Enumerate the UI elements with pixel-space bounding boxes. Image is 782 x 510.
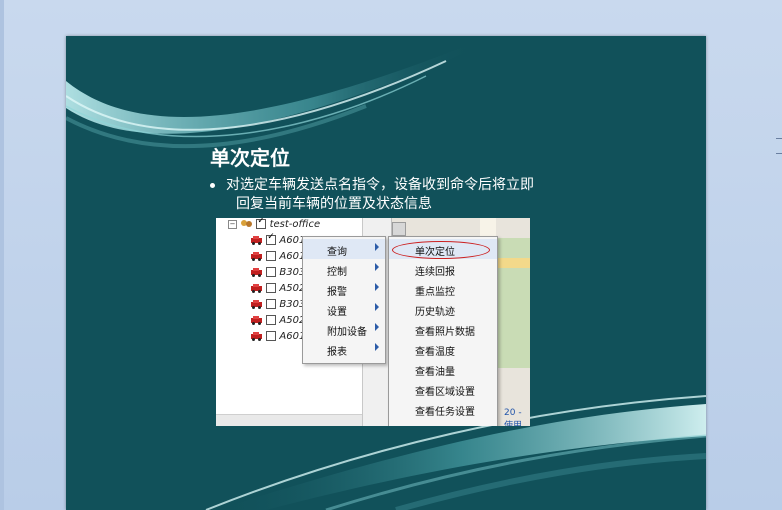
submenu-item[interactable]: 历史轨迹 (389, 299, 497, 319)
submenu-item[interactable]: 查看任务设置 (389, 399, 497, 419)
item-checkbox[interactable] (266, 283, 277, 293)
submenu-label: 查看温度 (415, 347, 455, 358)
map-control-button[interactable] (392, 222, 406, 236)
menu-label: 控制 (327, 267, 347, 278)
tree-item[interactable]: B303 (250, 267, 305, 283)
context-menu: 查询 控制 报警 设置 附加设备 报表 (302, 236, 386, 364)
car-icon (250, 331, 263, 341)
car-icon (250, 235, 263, 245)
car-icon (250, 251, 263, 261)
submenu-item[interactable]: 连续回报 (389, 259, 497, 279)
car-icon (250, 283, 263, 293)
menu-item-settings[interactable]: 设置 (303, 299, 385, 319)
submenu-arrow-icon (375, 283, 379, 291)
bullet-line-1: 对选定车辆发送点名指令，设备收到命令后将立即 (226, 177, 534, 193)
submenu-arrow-icon (375, 343, 379, 351)
submenu-arrow-icon (375, 323, 379, 331)
tree-item[interactable]: A502 (250, 283, 305, 299)
tree-horizontal-scrollbar[interactable] (216, 414, 362, 426)
tree-item[interactable]: B303 (250, 299, 305, 315)
tree-item[interactable]: A601 (250, 251, 305, 267)
menu-item-reports[interactable]: 报表 (303, 339, 385, 359)
car-icon (250, 299, 263, 309)
submenu-label: 历史轨迹 (415, 307, 455, 318)
menu-label: 设置 (327, 307, 347, 318)
map-road-major (496, 258, 530, 268)
item-checkbox[interactable] (266, 232, 277, 245)
car-icon (250, 267, 263, 277)
car-icon (250, 315, 263, 325)
menu-item-control[interactable]: 控制 (303, 259, 385, 279)
submenu-item-single-locate[interactable]: 单次定位 (389, 239, 497, 259)
submenu-label: 查看照片数据 (415, 327, 475, 338)
submenu-item[interactable]: 查看区域设置 (389, 379, 497, 399)
submenu-label: 查看任务设置 (415, 407, 475, 418)
bullet-line-2: 回复当前车辆的位置及状态信息 (236, 196, 432, 212)
submenu-label: 连续回报 (415, 267, 455, 278)
item-checkbox[interactable] (266, 315, 277, 325)
item-checkbox[interactable] (266, 331, 277, 341)
submenu-label: 单次定位 (415, 247, 455, 258)
map-footer-link[interactable]: 20 - 使用 (504, 408, 530, 426)
submenu-item[interactable]: 查看油量 (389, 359, 497, 379)
query-submenu: 单次定位 连续回报 重点监控 历史轨迹 查看照片数据 查看温度 查看油量 查看区… (388, 236, 498, 426)
submenu-label: 查看区域设置 (415, 387, 475, 398)
root-label: test-office (269, 219, 321, 230)
submenu-label: 重点监控 (415, 287, 455, 298)
embedded-screenshot: 20 - 使用 − test-office A601 A601 (216, 218, 530, 426)
tree-item[interactable]: A601 (250, 232, 305, 251)
root-checkbox[interactable] (256, 218, 267, 229)
item-checkbox[interactable] (266, 267, 277, 277)
collapse-icon[interactable]: − (228, 219, 237, 229)
menu-item-accessories[interactable]: 附加设备 (303, 319, 385, 339)
submenu-label: 查看油量 (415, 367, 455, 378)
window-left-edge (0, 0, 4, 510)
menu-label: 附加设备 (327, 327, 367, 338)
submenu-arrow-icon (375, 303, 379, 311)
bullet-dot (210, 183, 215, 188)
slide-title: 单次定位 (210, 146, 290, 170)
tree-item[interactable]: A502 (250, 315, 305, 331)
menu-label: 查询 (327, 247, 347, 258)
submenu-item[interactable]: 重点监控 (389, 279, 497, 299)
menu-label: 报警 (327, 287, 347, 298)
submenu-item[interactable]: 查看温度 (389, 339, 497, 359)
item-checkbox[interactable] (266, 251, 277, 261)
slide: 单次定位 对选定车辆发送点名指令，设备收到命令后将立即 回复当前车辆的位置及状态… (66, 36, 706, 510)
submenu-arrow-icon (375, 263, 379, 271)
group-icon (240, 219, 253, 229)
menu-item-query[interactable]: 查询 (303, 239, 385, 259)
bullet-paragraph: 对选定车辆发送点名指令，设备收到命令后将立即 回复当前车辆的位置及状态信息 (210, 176, 632, 214)
ruler-marker (776, 138, 782, 154)
tree-item[interactable]: A601 (250, 331, 305, 347)
submenu-arrow-icon (375, 243, 379, 251)
menu-item-alarm[interactable]: 报警 (303, 279, 385, 299)
item-checkbox[interactable] (266, 299, 277, 309)
submenu-item[interactable]: 查看照片数据 (389, 319, 497, 339)
menu-label: 报表 (327, 347, 347, 358)
